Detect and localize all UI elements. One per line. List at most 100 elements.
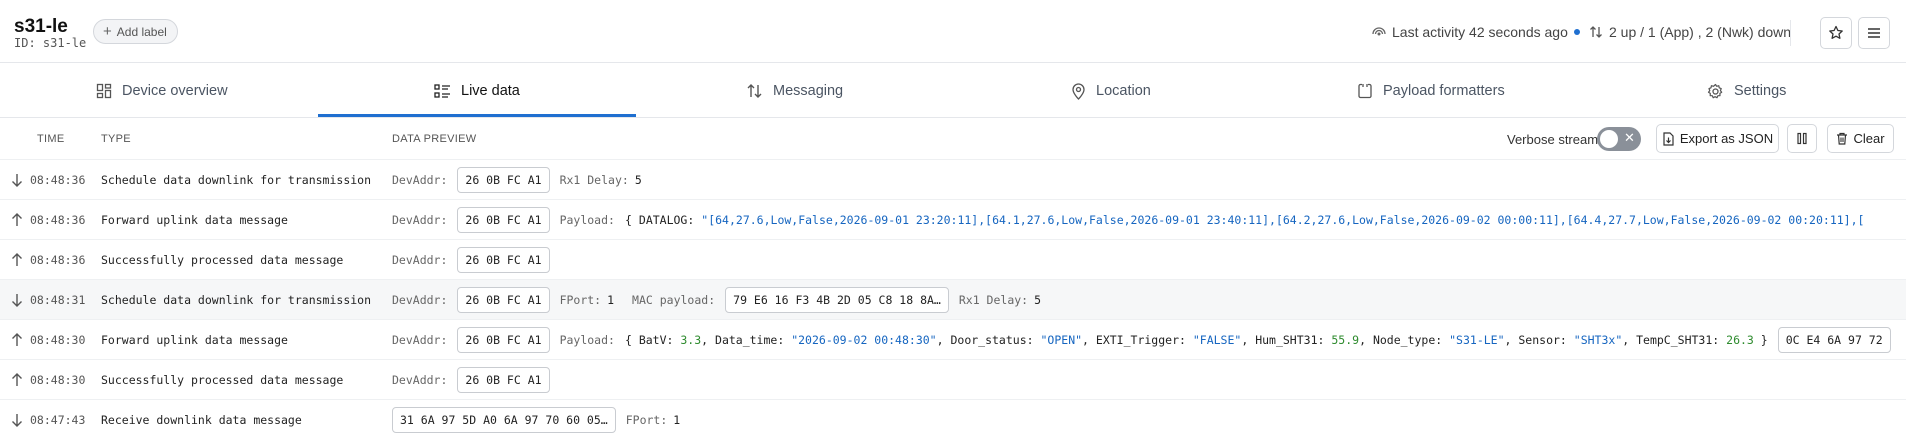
verbose-stream-toggle[interactable]: ✕ <box>1597 127 1641 151</box>
event-time: 08:48:30 <box>30 333 86 347</box>
devaddr-chip[interactable]: 26 0B FC A1 <box>457 167 550 193</box>
event-row[interactable]: 08:47:43 Receive downlink data message 3… <box>0 399 1906 439</box>
devaddr-key: DevAddr: <box>392 373 448 387</box>
event-time: 08:48:31 <box>30 293 86 307</box>
location-pin-icon <box>1072 82 1085 100</box>
devaddr-key: DevAddr: <box>392 173 448 187</box>
event-row[interactable]: 08:48:30 Forward uplink data message Dev… <box>0 319 1906 359</box>
export-json-label: Export as JSON <box>1679 131 1774 146</box>
devaddr-key: DevAddr: <box>392 213 448 227</box>
tab-bar: Device overview Live data Messaging Loca… <box>0 64 1906 118</box>
tab-live-data[interactable]: Live data <box>434 64 520 118</box>
event-row[interactable]: 08:48:36 Successfully processed data mes… <box>0 239 1906 279</box>
add-label-button[interactable]: + Add label <box>93 19 178 44</box>
devaddr-key: DevAddr: <box>392 253 448 267</box>
event-type: Successfully processed data message <box>101 373 344 387</box>
hamburger-icon <box>1868 28 1880 38</box>
traffic-text: 2 up / 1 (App) , 2 (Nwk) down <box>1609 24 1792 40</box>
payload-field-key: TempC_SHT31: <box>1636 333 1720 347</box>
activity-dot <box>1573 29 1580 35</box>
data-preview: DevAddr: 26 0B FC A1 <box>392 367 550 393</box>
event-time: 08:47:43 <box>30 413 86 427</box>
devaddr-key: DevAddr: <box>392 293 448 307</box>
event-type: Receive downlink data message <box>101 413 302 427</box>
arrow-up-icon <box>12 253 22 266</box>
data-preview: DevAddr: 26 0B FC A1 Rx1 Delay: 5 <box>392 167 642 193</box>
devaddr-key: DevAddr: <box>392 333 448 347</box>
payload-field-value: "2026-09-02 00:48:30" <box>791 333 937 347</box>
event-row[interactable]: 08:48:31 Schedule data downlink for tran… <box>0 279 1906 319</box>
event-type: Schedule data downlink for transmission <box>101 293 372 307</box>
tab-label: Location <box>1096 83 1151 99</box>
file-download-icon <box>1663 131 1674 146</box>
clear-button[interactable]: Clear <box>1827 124 1894 153</box>
event-type: Forward uplink data message <box>101 333 288 347</box>
tab-label: Live data <box>461 83 520 99</box>
payload-brace: { <box>624 213 632 227</box>
event-row[interactable]: 08:48:30 Successfully processed data mes… <box>0 359 1906 399</box>
payload-field-key: Node_type: <box>1372 333 1443 347</box>
signal-icon <box>1372 27 1386 36</box>
payload-key: Payload: <box>559 213 615 227</box>
tab-settings[interactable]: Settings <box>1707 64 1786 118</box>
payload-key: Payload: <box>559 333 615 347</box>
fport-value: 1 <box>607 293 615 307</box>
traffic-counter: 2 up / 1 (App) , 2 (Nwk) down <box>1589 24 1791 40</box>
rx1-delay-key: Rx1 Delay: <box>559 173 629 187</box>
export-json-button[interactable]: Export as JSON <box>1656 124 1779 153</box>
verbose-stream-label: Verbose stream <box>1507 132 1599 147</box>
event-type: Forward uplink data message <box>101 213 288 227</box>
device-name: s31-le <box>14 16 68 37</box>
payload-field-key: EXTI_Trigger: <box>1095 333 1186 347</box>
divider <box>1790 20 1791 46</box>
tab-location[interactable]: Location <box>1071 64 1151 118</box>
last-activity-text: Last activity 42 seconds ago <box>1392 24 1568 40</box>
device-header: s31-le ID: s31-le + Add label Last activ… <box>0 0 1906 63</box>
menu-button[interactable] <box>1858 17 1890 49</box>
rx1-delay-value: 5 <box>1034 293 1042 307</box>
payload-field-value: 3.3 <box>680 333 702 347</box>
trash-icon <box>1837 132 1848 145</box>
payload-field-key: Door_status: <box>950 333 1034 347</box>
devaddr-chip[interactable]: 26 0B FC A1 <box>457 327 550 353</box>
raw-payload-chip[interactable]: 0C E4 6A 97 72 <box>1777 327 1891 353</box>
arrow-down-icon <box>12 174 22 187</box>
tab-label: Payload formatters <box>1383 83 1505 99</box>
event-row[interactable]: 08:48:36 Schedule data downlink for tran… <box>0 159 1906 199</box>
plus-icon: + <box>103 23 112 40</box>
payload-field-value: 55.9 <box>1331 333 1360 347</box>
code-icon <box>1358 83 1372 99</box>
tab-payload-formatters[interactable]: Payload formatters <box>1357 64 1505 118</box>
devaddr-chip[interactable]: 26 0B FC A1 <box>457 367 550 393</box>
pause-button[interactable] <box>1787 124 1817 153</box>
bookmark-button[interactable] <box>1820 17 1852 49</box>
tab-label: Messaging <box>773 83 844 99</box>
gear-icon <box>1707 83 1723 98</box>
payload-field-value: "SHT3x" <box>1573 333 1623 347</box>
payload-preview: { DATALOG: "[64,27.6,Low,False,2026-09-0… <box>625 213 1865 227</box>
event-time: 08:48:30 <box>30 373 86 387</box>
data-preview: DevAddr: 26 0B FC A1 <box>392 247 550 273</box>
devaddr-chip[interactable]: 26 0B FC A1 <box>457 207 550 233</box>
event-time: 08:48:36 <box>30 253 86 267</box>
payload-brace: { <box>624 333 639 347</box>
fport-key: FPort: <box>559 293 602 307</box>
last-activity: Last activity 42 seconds ago <box>1372 24 1580 40</box>
mac-payload-chip[interactable]: 79 E6 16 F3 4B 2D 05 C8 18 8A… <box>725 287 949 313</box>
raw-payload-chip[interactable]: 31 6A 97 5D A0 6A 97 70 60 05… <box>392 407 616 433</box>
devaddr-chip[interactable]: 26 0B FC A1 <box>457 287 550 313</box>
star-icon <box>1829 25 1843 39</box>
tab-messaging[interactable]: Messaging <box>746 64 843 118</box>
data-preview: DevAddr: 26 0B FC A1 Payload: { BatV: 3.… <box>392 327 1891 353</box>
pause-icon <box>1797 132 1807 145</box>
tab-device-overview[interactable]: Device overview <box>96 64 228 118</box>
data-preview: DevAddr: 26 0B FC A1 FPort: 1 MAC payloa… <box>392 287 1041 313</box>
fport-key: FPort: <box>625 413 668 427</box>
column-header-data-preview: DATA PREVIEW <box>392 133 477 145</box>
active-tab-indicator <box>318 114 636 117</box>
close-icon: ✕ <box>1624 130 1635 145</box>
add-label-text: Add label <box>116 24 167 39</box>
devaddr-chip[interactable]: 26 0B FC A1 <box>457 247 550 273</box>
event-row[interactable]: 08:48:36 Forward uplink data message Dev… <box>0 199 1906 239</box>
mac-payload-key: MAC payload: <box>632 293 716 307</box>
